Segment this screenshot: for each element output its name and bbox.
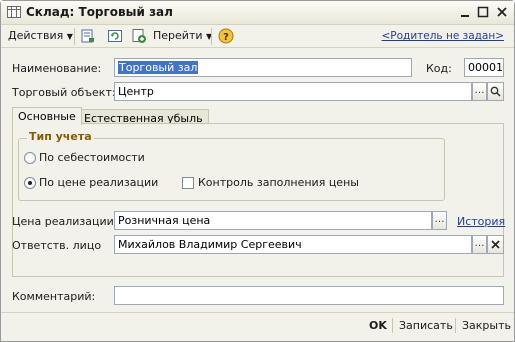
responsible-clear-button[interactable] [487,235,504,254]
radio-cost[interactable] [24,152,36,164]
sale-price-label: Цена реализации: [12,215,118,228]
code-input[interactable]: 00001 [464,58,504,77]
accounting-type-group [18,138,445,201]
name-input[interactable]: Торговый зал [114,58,412,77]
save-document-icon[interactable] [80,28,96,44]
code-value: 00001 [468,61,503,74]
name-label: Наименование: [12,62,102,75]
tab-main-label: Основные [18,110,76,123]
trade-object-value: Центр [118,85,154,98]
sale-price-input[interactable]: Розничная цена [114,211,432,230]
responsible-select-button[interactable]: … [472,235,487,254]
price-control-checkbox[interactable] [182,177,194,189]
actions-label: Действия [8,29,64,42]
radio-cost-label: По себестоимости [39,151,145,164]
sale-price-value: Розничная цена [118,214,211,227]
goto-menu[interactable]: Перейти ▼ [153,29,212,42]
close-button[interactable]: Закрыть [462,319,511,332]
goto-label: Перейти [153,29,203,42]
table-icon [7,6,21,18]
responsible-input[interactable]: Михайлов Владимир Сергеевич [114,235,472,254]
radio-sale-price-label: По цене реализации [39,176,159,189]
responsible-value: Михайлов Владимир Сергеевич [118,238,302,251]
catalog-item-window: Склад: Торговый зал Действия ▼ Перейти ▼… [0,0,515,342]
name-value: Торговый зал [118,61,199,74]
tab-main[interactable]: Основные [12,107,82,125]
radio-selected-dot [28,181,32,185]
minimize-icon[interactable] [458,5,472,19]
title-bar: Склад: Торговый зал [1,1,514,25]
radio-sale-price[interactable] [24,177,36,189]
accounting-type-title: Тип учета [27,130,94,143]
sale-price-select-button[interactable]: … [432,211,447,230]
close-icon[interactable] [495,5,509,19]
footer-separator [455,318,456,333]
toolbar-separator [74,28,75,45]
footer-separator [392,318,393,333]
actions-menu[interactable]: Действия ▼ [8,29,73,42]
refresh-icon[interactable] [107,28,123,44]
trade-object-label: Торговый объект: [12,86,116,99]
window-title: Склад: Торговый зал [26,5,173,19]
history-link[interactable]: История [457,215,505,228]
help-icon[interactable]: ? [218,28,234,44]
svg-text:?: ? [223,32,229,43]
trade-object-open-button[interactable] [487,82,504,101]
comment-label: Комментарий: [12,290,96,303]
search-icon [490,86,501,97]
clear-icon [491,240,500,249]
dropdown-arrow-icon: ▼ [66,32,73,41]
toolbar-separator [211,28,212,45]
footer-divider [1,312,514,313]
maximize-icon[interactable] [476,5,490,19]
comment-input[interactable] [114,286,504,305]
toolbar: Действия ▼ Перейти ▼ ? <Родитель не зада… [1,25,514,48]
code-label: Код: [426,62,452,75]
price-control-label: Контроль заполнения цены [198,176,359,189]
save-button[interactable]: Записать [399,319,453,332]
trade-object-select-button[interactable]: … [472,82,487,101]
responsible-label: Ответств. лицо [12,239,102,252]
parent-link[interactable]: <Родитель не задан> [382,30,505,42]
copy-document-icon[interactable] [131,28,147,44]
ok-button[interactable]: OK [369,319,387,332]
trade-object-input[interactable]: Центр [114,82,472,101]
